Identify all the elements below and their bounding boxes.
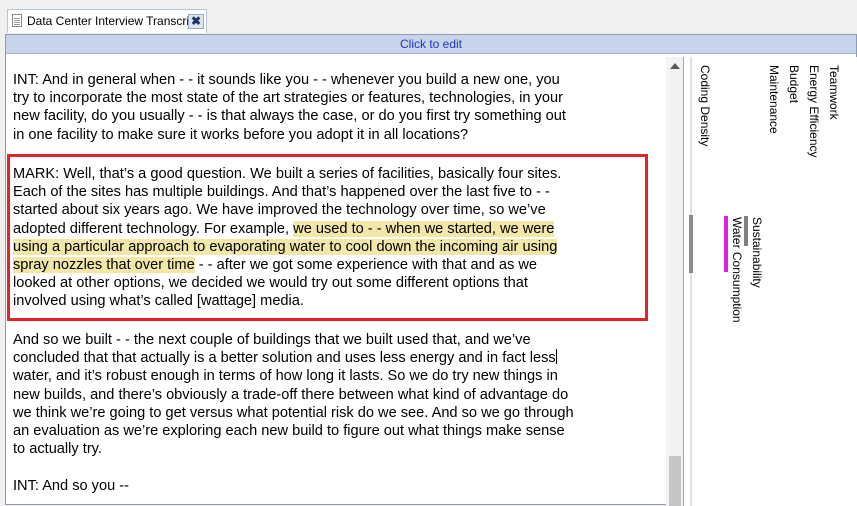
water-consumption-stripe[interactable] [724, 216, 728, 272]
stripe-label-sustainability[interactable]: Sustainability [750, 217, 764, 288]
highlighted-coded-text[interactable]: we used to - - when we started, we were [293, 220, 555, 237]
paragraph-mark-continued: And so we built - - the next couple of b… [13, 331, 653, 458]
text-line: started about six years ago. We have imp… [13, 202, 546, 219]
text-segment: - - after we got some experience with th… [194, 257, 538, 274]
scroll-up-arrow-icon[interactable] [670, 63, 680, 69]
text-line: using a particular approach to evaporati… [13, 238, 653, 256]
coding-stripes-panel: Coding Density Maintenance Budget Energy… [683, 57, 857, 506]
tab-transcript[interactable]: Data Center Interview Transcript ✖ [7, 9, 207, 33]
text-line: MARK: Well, that’s a good question. We b… [13, 166, 562, 182]
text-cursor [555, 349, 557, 365]
vertical-scrollbar[interactable] [666, 57, 683, 506]
tab-title: Data Center Interview Transcript [27, 14, 200, 28]
scrollbar-thumb[interactable] [669, 456, 681, 506]
paragraph-int-followup: INT: And so you -- [13, 478, 129, 494]
stripe-label-coding-density[interactable]: Coding Density [698, 65, 712, 146]
stripe-label-maintenance[interactable]: Maintenance [767, 65, 781, 134]
text-line: INT: And in general when - - it sounds l… [13, 72, 560, 88]
close-icon[interactable]: ✖ [188, 14, 204, 29]
transcript-text-area[interactable]: INT: And in general when - - it sounds l… [6, 61, 664, 506]
text-line: Each of the sites has multiple buildings… [13, 184, 550, 201]
text-line: try to incorporate the most state of the… [13, 90, 563, 107]
text-line: to actually try. [13, 441, 102, 458]
text-line: adopted different technology. For exampl… [13, 220, 653, 238]
text-line: we think we’re going to get versus what … [13, 404, 574, 421]
highlighted-coded-text[interactable]: using a particular approach to evaporati… [13, 238, 558, 255]
paragraph-mark-answer: MARK: Well, that’s a good question. We b… [13, 165, 653, 311]
text-line: And so we built - - the next couple of b… [13, 332, 531, 348]
stripe-label-energy-efficiency[interactable]: Energy Efficiency [807, 65, 821, 158]
click-to-edit-bar[interactable]: Click to edit [6, 35, 856, 54]
stripe-label-teamwork[interactable]: Teamwork [827, 65, 841, 120]
document-icon [12, 14, 22, 27]
text-line: spray nozzles that over time - - after w… [13, 256, 653, 274]
stripe-label-water-consumption[interactable]: Water Consumption [730, 217, 744, 323]
coding-splitter[interactable] [690, 57, 692, 506]
tab-strip: Data Center Interview Transcript ✖ [0, 0, 857, 34]
text-segment: adopted different technology. For exampl… [13, 220, 294, 237]
text-line: concluded that that actually is a better… [13, 349, 653, 367]
text-line: water, and it’s robust enough in terms o… [13, 368, 558, 385]
text-line: in one facility to make sure it works be… [13, 126, 469, 143]
text-line: new builds, and there’s obviously a trad… [13, 386, 569, 403]
sustainability-stripe[interactable] [744, 216, 748, 246]
highlighted-coded-text[interactable]: spray nozzles that over time [13, 257, 195, 274]
document-panel: Click to edit INT: And in general when -… [5, 34, 857, 506]
text-line: looked at other options, we decided we w… [13, 275, 528, 292]
stripe-label-budget[interactable]: Budget [787, 65, 801, 103]
text-line: involved using what’s called [wattage] m… [13, 293, 304, 310]
text-line: an evaluation as we’re exploring each ne… [13, 423, 565, 440]
paragraph-int-question: INT: And in general when - - it sounds l… [13, 71, 653, 144]
text-line: new facility, do you usually - - is that… [13, 108, 566, 125]
text-segment: concluded that that actually is a better… [13, 350, 556, 367]
coding-scroll-thumb[interactable] [689, 215, 693, 273]
